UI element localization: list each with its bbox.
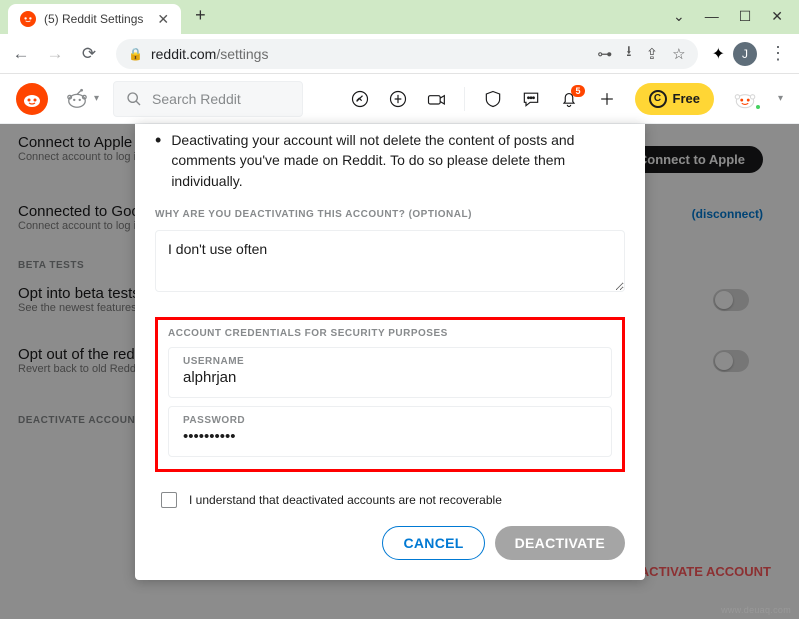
reddit-search-input[interactable]: Search Reddit (113, 81, 303, 117)
minimize-icon[interactable]: — (705, 8, 719, 25)
cancel-button[interactable]: CANCEL (382, 526, 484, 560)
caret-down-icon[interactable]: ⌄ (673, 8, 685, 25)
notifications-icon[interactable]: 5 (559, 89, 579, 109)
chevron-down-icon: ▾ (94, 93, 99, 104)
profile-avatar[interactable]: J (733, 42, 757, 66)
forward-button: → (42, 41, 68, 67)
talk-icon[interactable] (426, 89, 446, 109)
new-tab-button[interactable]: + (195, 5, 206, 30)
user-menu[interactable]: ▾ (732, 86, 783, 112)
bookmark-star-icon[interactable]: ☆ (672, 45, 685, 63)
window-controls: ⌄ — ☐ ✕ (657, 0, 799, 33)
understand-text: I understand that deactivated accounts a… (189, 493, 502, 507)
extensions-icon[interactable]: ✦ (712, 44, 725, 64)
credentials-highlight-box: ACCOUNT CREDENTIALS FOR SECURITY PURPOSE… (155, 317, 625, 472)
back-button[interactable]: ← (8, 41, 34, 67)
opt-in-toggle[interactable] (713, 289, 749, 311)
moderation-shield-icon[interactable] (483, 89, 503, 109)
url-text: reddit.com/settings (151, 46, 589, 62)
tab-title: (5) Reddit Settings (44, 12, 143, 26)
disconnect-google-link[interactable]: (disconnect) (692, 207, 763, 221)
password-field[interactable]: PASSWORD (168, 406, 612, 457)
notification-badge: 5 (571, 85, 584, 97)
coin-icon[interactable] (388, 89, 408, 109)
deactivate-modal: • Deactivating your account will not del… (135, 124, 645, 580)
reddit-logo-icon[interactable] (16, 83, 48, 115)
snoo-head-icon (66, 88, 88, 110)
deactivate-reason-input[interactable] (155, 230, 625, 292)
understand-checkbox[interactable] (161, 492, 177, 508)
browser-toolbar: ← → ⟳ 🔒 reddit.com/settings ⊶ ⭳ ⇪ ☆ ✦ J … (0, 34, 799, 74)
reddit-header: ▾ Search Reddit 5 C Free ▾ (0, 74, 799, 124)
popular-icon[interactable] (350, 89, 370, 109)
opt-out-toggle[interactable] (713, 350, 749, 372)
username-input[interactable] (183, 369, 597, 386)
why-deactivate-label: WHY ARE YOU DEACTIVATING THIS ACCOUNT? (… (155, 209, 625, 220)
install-icon[interactable]: ⭳ (626, 41, 631, 66)
deactivate-warning-text: Deactivating your account will not delet… (171, 130, 625, 191)
online-status-icon (754, 103, 762, 111)
password-input[interactable] (183, 428, 597, 445)
coin-circle-icon: C (649, 90, 667, 108)
maximize-icon[interactable]: ☐ (739, 8, 752, 25)
reload-button[interactable]: ⟳ (76, 41, 102, 67)
username-label: USERNAME (183, 356, 597, 367)
watermark: www.deuaq.com (721, 605, 791, 615)
share-icon[interactable]: ⇪ (646, 45, 659, 63)
community-dropdown[interactable]: ▾ (66, 88, 99, 110)
lock-icon: 🔒 (128, 47, 143, 61)
browser-tab[interactable]: (5) Reddit Settings ✕ (8, 4, 181, 34)
username-field[interactable]: USERNAME (168, 347, 612, 398)
deactivate-button[interactable]: DEACTIVATE (495, 526, 625, 560)
kebab-menu-icon[interactable]: ⋮ (765, 43, 791, 64)
key-icon[interactable]: ⊶ (597, 45, 612, 63)
chevron-down-icon: ▾ (778, 93, 783, 104)
separator (464, 87, 465, 111)
free-coins-button[interactable]: C Free (635, 83, 714, 115)
close-window-icon[interactable]: ✕ (771, 8, 783, 25)
address-bar[interactable]: 🔒 reddit.com/settings ⊶ ⭳ ⇪ ☆ (116, 39, 698, 69)
search-placeholder: Search Reddit (152, 91, 241, 107)
search-icon (126, 91, 142, 107)
chat-icon[interactable] (521, 89, 541, 109)
tab-close-icon[interactable]: ✕ (157, 11, 169, 28)
reddit-favicon-icon (20, 11, 36, 27)
create-post-icon[interactable] (597, 89, 617, 109)
bullet-icon: • (155, 130, 161, 191)
password-label: PASSWORD (183, 415, 597, 426)
credentials-label: ACCOUNT CREDENTIALS FOR SECURITY PURPOSE… (168, 328, 612, 339)
browser-titlebar: (5) Reddit Settings ✕ + ⌄ — ☐ ✕ (0, 0, 799, 34)
